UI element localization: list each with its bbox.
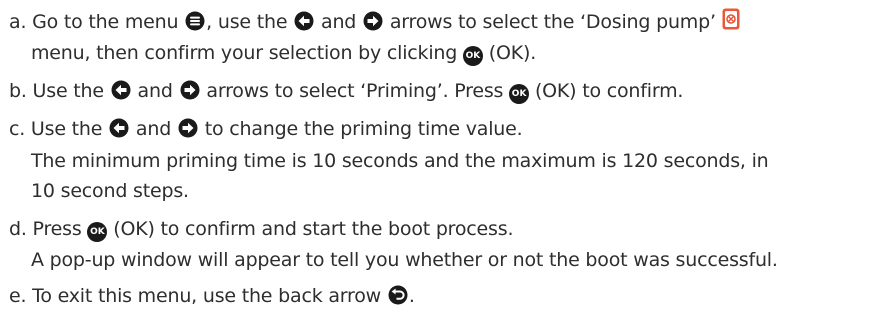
step-c-text: to change the priming time value. xyxy=(198,118,523,140)
step-c-text: 10 second steps. xyxy=(31,180,189,202)
step-e-text: e. To exit this menu, use the back arrow xyxy=(9,285,387,307)
dosing-pump-icon xyxy=(722,8,740,30)
step-a-text: arrows to select the ‘Dosing pump’ xyxy=(383,11,722,33)
step-b-text: arrows to select ‘Priming’. Press xyxy=(200,80,510,102)
left-arrow-circle-icon xyxy=(109,118,129,138)
step-a-text: , use the xyxy=(206,11,294,33)
step-c-line-2: The minimum priming time is 10 seconds a… xyxy=(31,147,769,175)
step-b-text: b. Use the xyxy=(9,80,110,102)
step-e-line-1: e. To exit this menu, use the back arrow… xyxy=(9,282,415,310)
step-a-line-1: a. Go to the menu , use the and arrows t… xyxy=(9,8,740,36)
left-arrow-circle-icon xyxy=(111,80,131,100)
right-arrow-circle-icon xyxy=(178,118,198,138)
step-b-text: (OK) to confirm. xyxy=(529,80,684,102)
step-a-text: a. Go to the menu xyxy=(9,11,185,33)
step-b-text: and xyxy=(131,80,179,102)
step-c-text: and xyxy=(130,118,177,140)
ok-button-icon: OK xyxy=(462,46,483,66)
ok-button-icon: OK xyxy=(509,84,530,104)
step-a-text: and xyxy=(315,11,362,33)
menu-circle-icon xyxy=(185,11,205,31)
step-d-text: d. Press xyxy=(9,218,88,240)
left-arrow-circle-icon xyxy=(294,11,314,31)
instructions-document: a. Go to the menu , use the and arrows t… xyxy=(0,0,886,324)
step-b-line-1: b. Use the and arrows to select ‘Priming… xyxy=(9,77,683,105)
step-d-line-2: A pop-up window will appear to tell you … xyxy=(31,246,778,274)
step-a-line-2: menu, then confirm your selection by cli… xyxy=(31,39,536,67)
step-c-text: The minimum priming time is 10 seconds a… xyxy=(31,150,769,172)
step-c-line-1: c. Use the and to change the priming tim… xyxy=(9,115,523,143)
step-c-line-3: 10 second steps. xyxy=(31,177,189,205)
step-e-text: . xyxy=(408,285,415,307)
step-a-text: menu, then confirm your selection by cli… xyxy=(31,42,463,64)
step-d-line-1: d. Press OK (OK) to confirm and start th… xyxy=(9,215,513,243)
step-d-text: A pop-up window will appear to tell you … xyxy=(31,249,778,271)
ok-button-icon: OK xyxy=(87,222,108,242)
step-d-text: (OK) to confirm and start the boot proce… xyxy=(107,218,514,240)
step-a-text: (OK). xyxy=(482,42,537,64)
step-c-text: c. Use the xyxy=(9,118,109,140)
right-arrow-circle-icon xyxy=(180,80,200,100)
back-arrow-circle-icon xyxy=(388,285,408,305)
right-arrow-circle-icon xyxy=(363,11,383,31)
